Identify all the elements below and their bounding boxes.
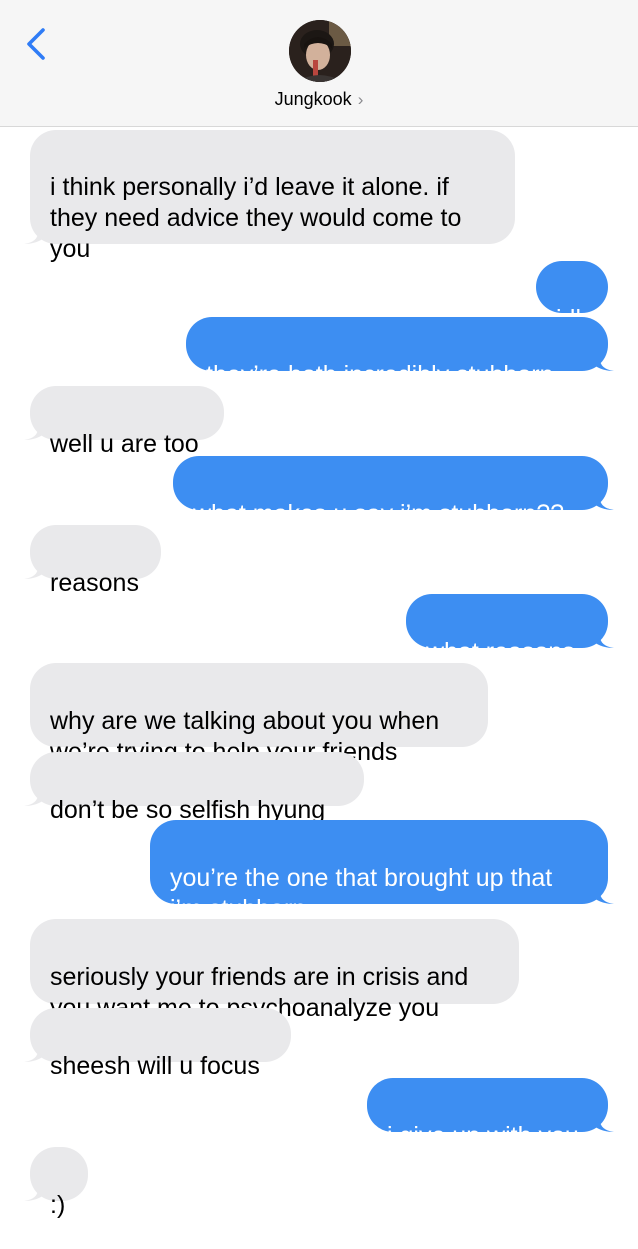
bubble-tail-icon bbox=[24, 1181, 44, 1201]
message-bubble: i give up with you bbox=[367, 1078, 614, 1150]
message-incoming[interactable]: seriously your friends are in crisis and… bbox=[30, 919, 519, 1022]
message-bubble: they’re both incredibly stubborn bbox=[186, 317, 614, 389]
bubble-tail-icon bbox=[24, 559, 44, 579]
bubble-tail-icon bbox=[594, 884, 614, 904]
message-bubble: you’re the one that brought up that i’m … bbox=[150, 820, 614, 923]
message-incoming[interactable]: why are we talking about you when we’re … bbox=[30, 663, 488, 766]
bubble-tail-icon bbox=[594, 628, 614, 648]
message-bubble: well u are too bbox=[24, 386, 224, 458]
contact-name-button[interactable]: Jungkook › bbox=[0, 89, 638, 110]
message-text: what reasons bbox=[426, 638, 575, 666]
bubble-tail-icon bbox=[24, 420, 44, 440]
message-text: :) bbox=[50, 1191, 66, 1219]
message-text: reasons bbox=[50, 569, 139, 597]
message-bubble: i think personally i’d leave it alone. i… bbox=[24, 130, 515, 263]
message-bubble: :) bbox=[24, 1147, 88, 1219]
message-bubble: what reasons bbox=[406, 594, 614, 666]
bubble-tail-icon bbox=[24, 786, 44, 806]
message-text: they’re both incredibly stubborn bbox=[206, 361, 554, 389]
message-bubble: reasons bbox=[24, 525, 161, 597]
contact-avatar[interactable] bbox=[289, 20, 351, 82]
bubble-tail-icon bbox=[594, 1112, 614, 1132]
message-text: well u are too bbox=[50, 430, 199, 458]
message-text: sheesh will u focus bbox=[50, 1052, 260, 1080]
message-text: i give up with you bbox=[387, 1122, 579, 1150]
message-outgoing[interactable]: they’re both incredibly stubborn bbox=[186, 317, 614, 419]
conversation-header: Jungkook › bbox=[0, 0, 638, 127]
message-outgoing[interactable]: what makes u say i’m stubborn?? bbox=[173, 456, 614, 558]
message-bubble: don’t be so selfish hyung bbox=[24, 752, 364, 824]
message-incoming[interactable]: :) bbox=[24, 1147, 88, 1249]
bubble-tail-icon bbox=[24, 1042, 44, 1062]
message-bubble: idk bbox=[536, 261, 608, 333]
bubble-tail-icon bbox=[594, 490, 614, 510]
message-bubble: sheesh will u focus bbox=[24, 1008, 291, 1080]
message-outgoing[interactable]: i give up with you bbox=[367, 1078, 614, 1180]
message-bubble: what makes u say i’m stubborn?? bbox=[173, 456, 614, 528]
chevron-left-icon[interactable] bbox=[24, 26, 48, 62]
contact-name: Jungkook bbox=[274, 89, 352, 109]
message-incoming[interactable]: reasons bbox=[24, 525, 161, 627]
bubble-tail-icon bbox=[24, 224, 44, 244]
bubble-tail-icon bbox=[594, 351, 614, 371]
message-incoming[interactable]: sheesh will u focus bbox=[24, 1008, 291, 1110]
message-thread[interactable]: i think personally i’d leave it alone. i… bbox=[0, 126, 638, 1219]
avatar-photo-icon bbox=[289, 20, 351, 82]
message-text: you’re the one that brought up that i’m … bbox=[170, 864, 553, 923]
message-incoming[interactable]: i think personally i’d leave it alone. i… bbox=[24, 130, 515, 293]
message-bubble: why are we talking about you when we’re … bbox=[30, 663, 488, 766]
chevron-right-icon: › bbox=[357, 90, 364, 109]
message-text: what makes u say i’m stubborn?? bbox=[193, 500, 565, 528]
message-bubble: seriously your friends are in crisis and… bbox=[30, 919, 519, 1022]
message-text: i think personally i’d leave it alone. i… bbox=[50, 173, 462, 263]
